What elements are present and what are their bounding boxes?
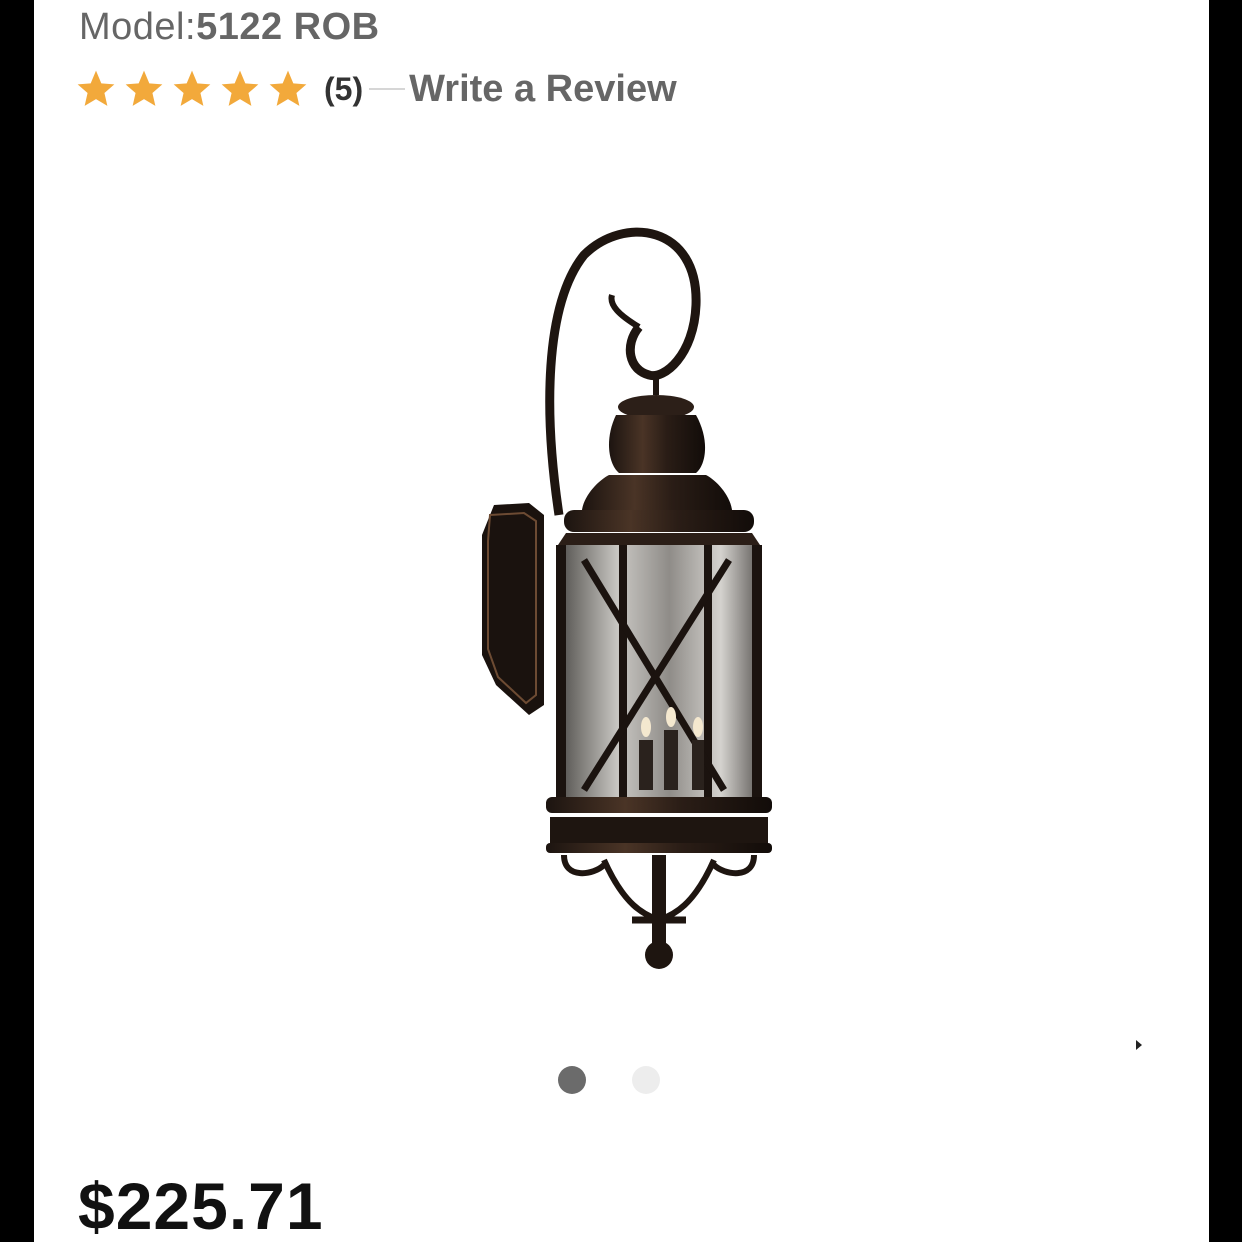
star-icon <box>125 70 163 106</box>
product-image[interactable] <box>434 215 814 985</box>
rating-row: (5) Write a Review <box>74 66 677 112</box>
star-icon <box>173 70 211 106</box>
product-page: Model:5122 ROB (5) Write a Review $225.7… <box>34 0 1209 1242</box>
star-rating <box>74 67 310 111</box>
lantern-image <box>482 227 772 969</box>
carousel-pagination <box>558 1066 660 1094</box>
divider <box>369 88 406 90</box>
review-count[interactable]: (5) <box>324 71 363 108</box>
model-number: 5122 ROB <box>196 6 380 48</box>
star-icon <box>269 70 307 106</box>
star-icon <box>77 70 115 106</box>
product-price: $225.71 <box>78 1169 324 1242</box>
model-line: Model:5122 ROB <box>79 6 380 49</box>
write-review-link[interactable]: Write a Review <box>409 68 677 111</box>
star-icon <box>221 70 259 106</box>
model-label: Model: <box>79 6 197 48</box>
carousel-next-arrow-icon[interactable] <box>1136 1040 1142 1050</box>
carousel-dot-2[interactable] <box>632 1066 660 1094</box>
carousel-dot-1[interactable] <box>558 1066 586 1094</box>
